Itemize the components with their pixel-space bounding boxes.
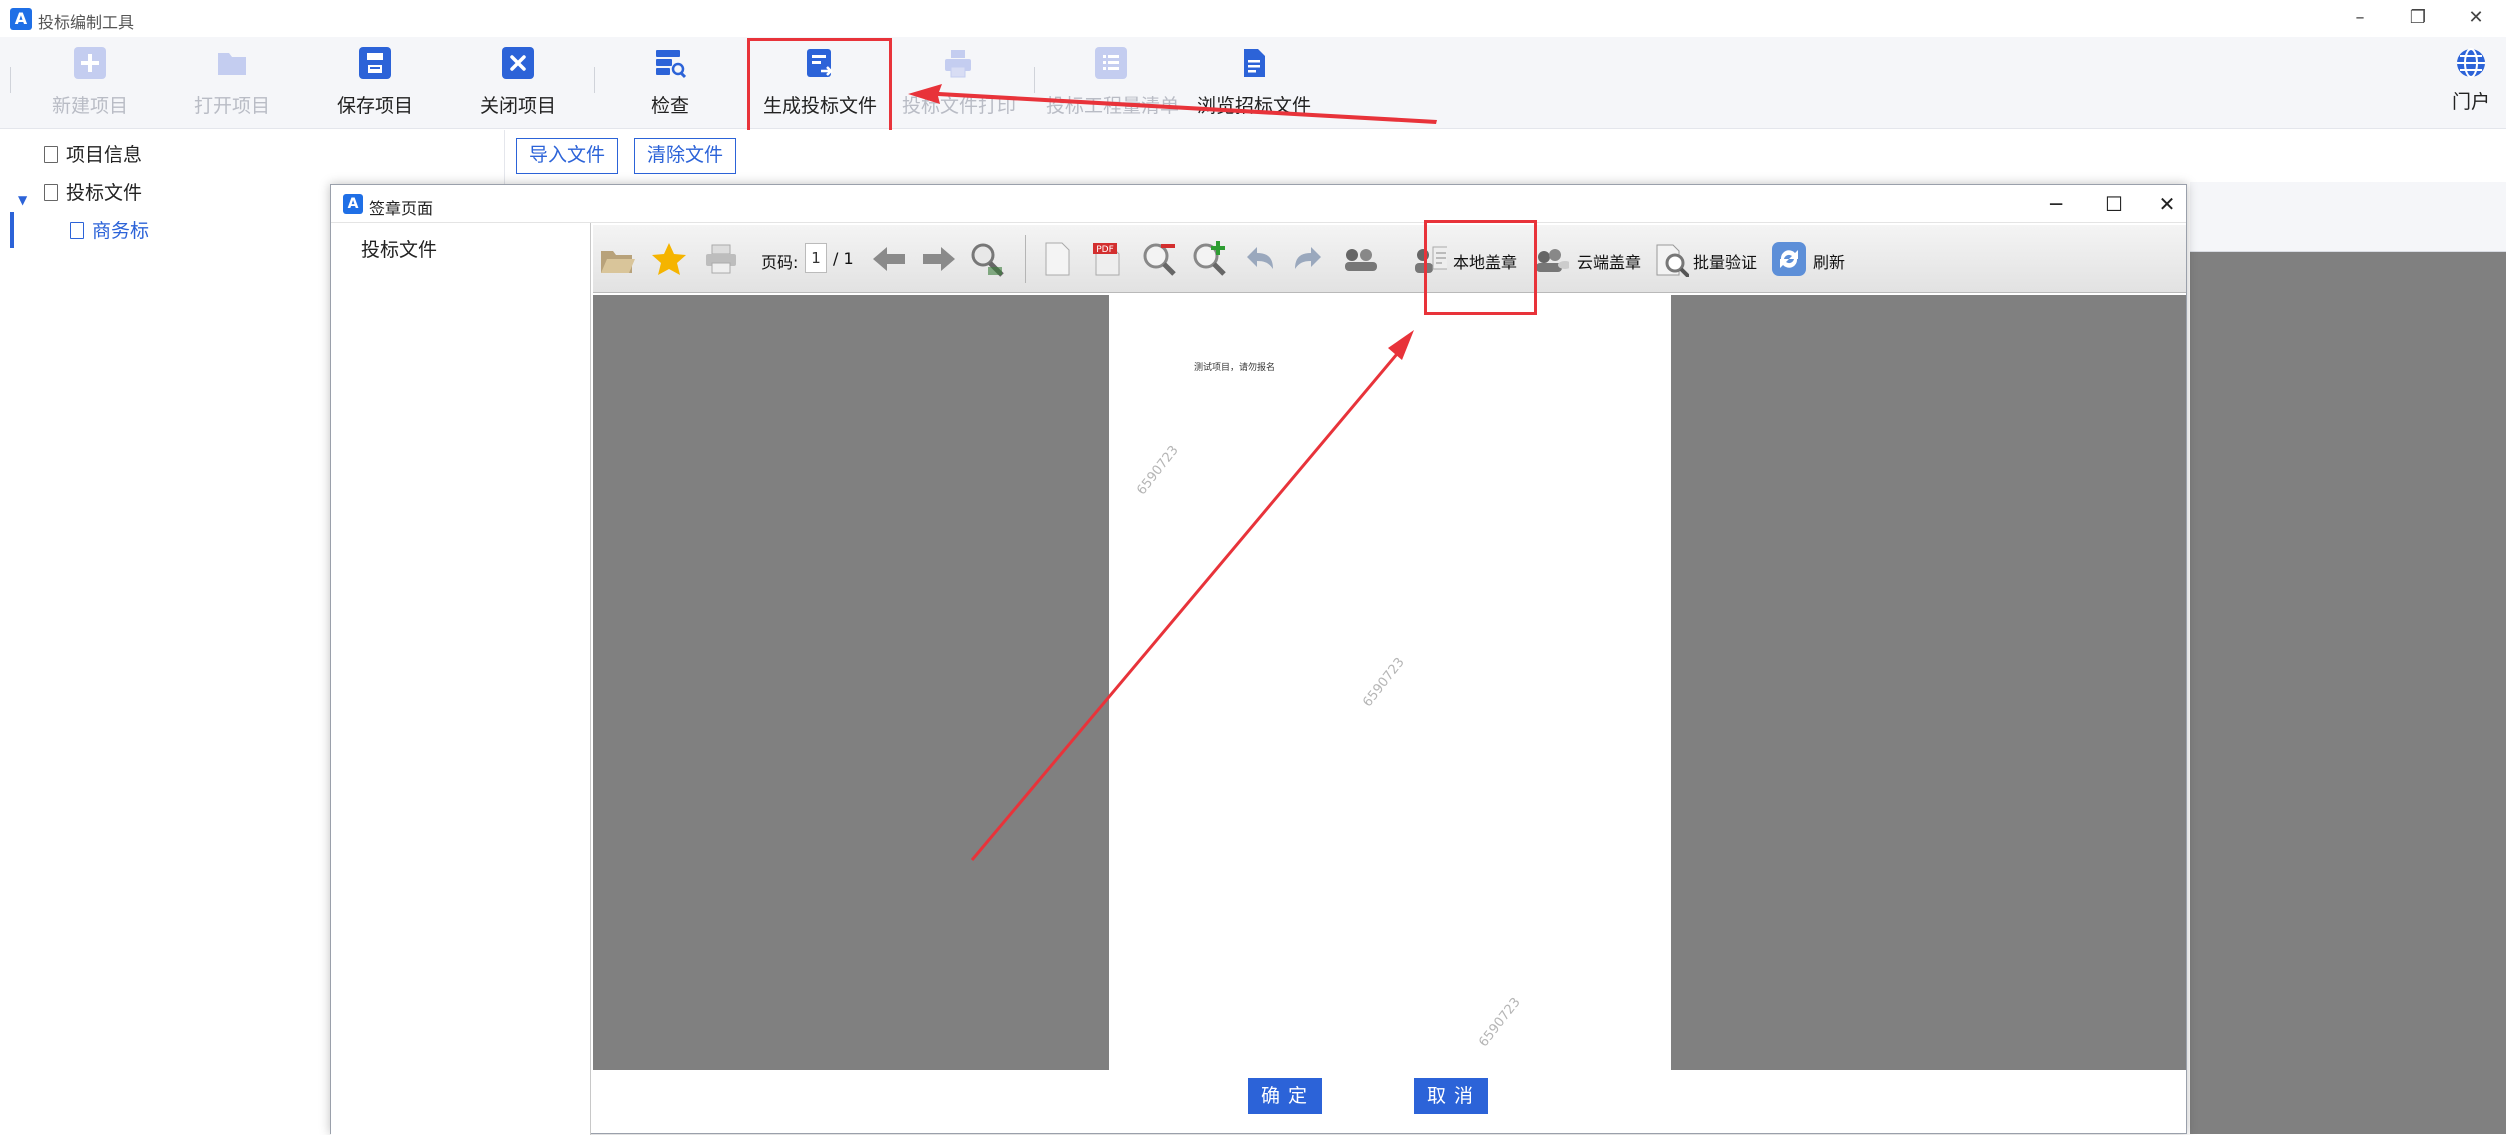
dialog-logo: A [343, 194, 363, 214]
seal-dialog: A 签章页面 ─ ☐ ✕ 投标文件 页码: 1 / 1 PDF 本地盖章 云端盖… [330, 184, 2187, 1135]
check-button[interactable]: 检查 [630, 47, 710, 123]
arrow-left-icon[interactable] [871, 241, 907, 277]
selection-indicator [10, 212, 14, 248]
tree-item-project-info[interactable]: 项目信息 [44, 138, 142, 172]
document-text: 测试项目，请勿报名 [1194, 363, 1276, 373]
close-project-button[interactable]: 关闭项目 [478, 47, 558, 123]
close-window-button[interactable]: ✕ [2456, 4, 2496, 32]
cancel-button[interactable]: 取消 [1414, 1078, 1488, 1114]
printer-icon [942, 47, 974, 79]
caret-down-icon[interactable]: ▼ [18, 193, 27, 207]
redo-icon[interactable] [1291, 241, 1327, 277]
file-icon [70, 222, 84, 239]
pdf-export-icon[interactable]: PDF [1089, 241, 1125, 277]
document-icon [1238, 47, 1270, 79]
main-toolbar: 新建项目 打开项目 保存项目 关闭项目 检查 生成投标文件 投标文件打印 投标工… [0, 37, 2506, 129]
arrow-right-icon[interactable] [921, 241, 957, 277]
viewer-separator [1025, 235, 1026, 283]
content-toolbar-strip [2190, 182, 2506, 252]
viewer-toolbar: 页码: 1 / 1 PDF 本地盖章 云端盖章 批量验证 刷新 [593, 225, 2186, 293]
seal-users-icon[interactable] [1341, 241, 1377, 277]
check-label: 检查 [650, 95, 689, 117]
blank-page-icon[interactable] [1039, 241, 1075, 277]
dialog-minimize-button[interactable]: ─ [2038, 189, 2074, 219]
page-total-label: / 1 [833, 249, 854, 268]
close-project-label: 关闭项目 [479, 95, 556, 117]
watermark: 6590723 [1360, 655, 1408, 710]
new-project-label: 新建项目 [51, 95, 128, 117]
dialog-file-list: 投标文件 [331, 223, 591, 1135]
tree-item-label: 投标文件 [66, 182, 143, 204]
open-folder-icon[interactable] [599, 241, 635, 277]
confirm-button[interactable]: 确定 [1248, 1078, 1322, 1114]
bid-bill-label: 投标工程量清单 [1046, 95, 1180, 117]
app-title: 投标编制工具 [38, 13, 135, 32]
dialog-titlebar: A 签章页面 ─ ☐ ✕ [331, 185, 2186, 223]
open-project-button[interactable]: 打开项目 [192, 47, 272, 123]
app-titlebar: A 投标编制工具 – ❐ ✕ [0, 0, 2506, 37]
pdf-page: 测试项目，请勿报名 6590723 6590723 6590723 [1109, 295, 1671, 1070]
search-icon[interactable] [969, 241, 1005, 277]
file-action-bar: 导入文件 清除文件 [506, 130, 2506, 182]
zoom-in-icon[interactable] [1191, 241, 1227, 277]
folder-icon [216, 47, 248, 79]
page-number-input[interactable]: 1 [805, 243, 827, 273]
batch-verify-icon[interactable] [1653, 241, 1689, 277]
clear-file-button[interactable]: 清除文件 [634, 138, 737, 174]
toolbar-separator [594, 67, 595, 93]
batch-verify-label[interactable]: 批量验证 [1693, 249, 1757, 273]
dialog-title: 签章页面 [369, 199, 434, 218]
pdf-viewer[interactable]: 测试项目，请勿报名 6590723 6590723 6590723 [593, 295, 2186, 1070]
highlight-box-local-seal [1424, 220, 1537, 315]
toolbar-separator [1034, 67, 1035, 93]
svg-text:PDF: PDF [1096, 245, 1114, 255]
list-icon [1095, 47, 1127, 79]
print-bid-label: 投标文件打印 [902, 95, 1017, 117]
bid-bill-button[interactable]: 投标工程量清单 [1046, 47, 1180, 123]
dialog-maximize-button[interactable]: ☐ [2096, 189, 2132, 219]
import-file-button[interactable]: 导入文件 [516, 138, 619, 174]
save-project-button[interactable]: 保存项目 [335, 47, 415, 123]
tree-item-label: 商务标 [92, 220, 150, 242]
save-icon [359, 47, 391, 79]
watermark: 6590723 [1134, 443, 1182, 498]
page-number-label: 页码: [761, 253, 799, 272]
tree-item-label: 项目信息 [66, 144, 143, 166]
refresh-label[interactable]: 刷新 [1813, 249, 1845, 273]
dialog-file-item[interactable]: 投标文件 [361, 235, 437, 262]
tree-item-bid-file[interactable]: 投标文件 [44, 176, 142, 210]
print-bid-button[interactable]: 投标文件打印 [902, 47, 1017, 123]
browse-tender-button[interactable]: 浏览招标文件 [1196, 47, 1312, 123]
plus-icon [74, 47, 106, 79]
star-icon[interactable] [651, 241, 687, 277]
toolbar-separator [10, 67, 11, 93]
open-project-label: 打开项目 [193, 95, 270, 117]
print-icon[interactable] [703, 241, 739, 277]
close-icon [502, 47, 534, 79]
save-project-label: 保存项目 [336, 95, 413, 117]
watermark: 6590723 [1476, 995, 1524, 1050]
content-preview-area [2190, 252, 2506, 1134]
highlight-box-generate [747, 38, 892, 135]
dialog-close-button[interactable]: ✕ [2149, 189, 2185, 219]
undo-icon[interactable] [1241, 241, 1277, 277]
new-project-button[interactable]: 新建项目 [50, 47, 130, 123]
cloud-seal-label[interactable]: 云端盖章 [1577, 249, 1641, 273]
refresh-icon[interactable] [1771, 241, 1807, 277]
file-icon [44, 184, 58, 201]
dialog-footer: 确定 取消 [593, 1070, 2186, 1133]
tree-item-business-bid[interactable]: 商务标 [70, 214, 149, 248]
inspect-icon [654, 47, 686, 79]
browse-tender-label: 浏览招标文件 [1196, 95, 1311, 117]
portal-label: 门户 [2451, 91, 2490, 113]
globe-icon [2455, 47, 2487, 79]
app-logo: A [10, 8, 32, 30]
minimize-button[interactable]: – [2340, 4, 2380, 32]
zoom-out-icon[interactable] [1141, 241, 1177, 277]
file-icon [44, 146, 58, 163]
restore-button[interactable]: ❐ [2398, 4, 2438, 32]
cloud-seal-icon[interactable] [1533, 241, 1569, 277]
portal-button[interactable]: 门户 [2446, 47, 2496, 123]
